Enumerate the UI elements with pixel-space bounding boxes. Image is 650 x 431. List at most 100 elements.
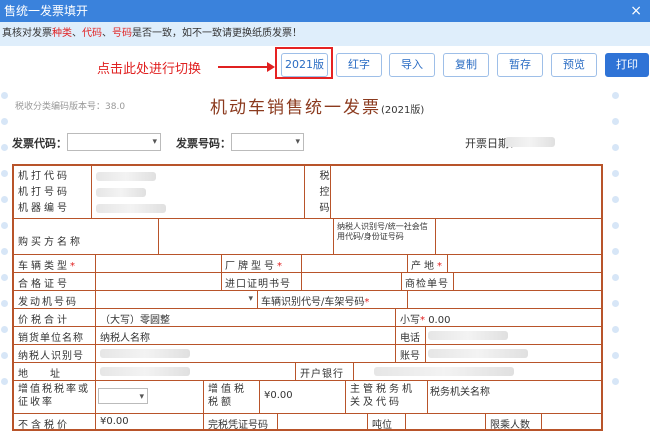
vat-rate-label: 增值税税率或征收率: [18, 384, 90, 408]
print-button[interactable]: 打印: [605, 53, 649, 77]
import-cert-cell[interactable]: [302, 273, 402, 291]
excl-tax-label-cell: 不含税价: [14, 414, 96, 431]
save-draft-button[interactable]: 暂存: [497, 53, 543, 77]
highlight-box: [275, 47, 333, 79]
machine-id-label: 机器编号: [18, 203, 70, 214]
excl-tax-value: ¥0.00: [100, 416, 129, 427]
account-cell: [426, 345, 603, 363]
seller-name-value: 纳税人名称: [100, 333, 150, 344]
notice-prefix: 真核对发票: [2, 28, 52, 39]
invoice-title-version: (2021版): [381, 105, 425, 116]
vat-amount-label-cell: 增值税税额: [204, 381, 260, 414]
origin-cell[interactable]: [448, 255, 603, 273]
brand-model-label-cell: 厂牌型号*: [222, 255, 302, 273]
classification-version: 税收分类编码版本号：38.0: [15, 102, 126, 112]
tonnage-label: 吨位: [372, 420, 392, 431]
origin-label-cell: 产地*: [408, 255, 448, 273]
notice-code: 代码: [82, 28, 102, 39]
total-upper-value: （大写）零圆整: [100, 315, 170, 326]
account-label-cell: 账号: [396, 345, 426, 363]
seller-name-label-cell: 销货单位名称: [14, 327, 96, 345]
brand-model-label: 厂牌型号: [225, 261, 277, 272]
small-label: 小写: [400, 315, 420, 326]
taxid-cell: [96, 345, 396, 363]
tax-office-cell: 税务机关名称: [428, 381, 603, 414]
buyer-name-label-cell: 购买方名称: [14, 219, 159, 255]
buyer-name-label: 购买方名称: [18, 237, 83, 248]
annotation-arrow: [218, 62, 275, 72]
notice-number: 号码: [112, 28, 132, 39]
bank-label: 开户银行: [300, 369, 344, 380]
passenger-label: 限乘人数: [490, 420, 530, 431]
excl-tax-label: 不含税价: [18, 420, 70, 431]
vehicle-type-cell[interactable]: [96, 255, 222, 273]
buyer-taxid-cell[interactable]: [436, 219, 603, 255]
vat-amount-label: 增值税税额: [208, 384, 247, 408]
cert-label-cell: 合格证号: [14, 273, 96, 291]
tax-control-area: [331, 166, 603, 219]
notice-bar: 真核对发票种类、代码、号码是否一致，如不一致请更换纸质发票！: [0, 22, 650, 46]
red-invoice-button[interactable]: 红字: [336, 53, 382, 77]
machine-values: [92, 166, 305, 219]
window-title: 售统一发票填开: [4, 4, 89, 18]
phone-label: 电话: [400, 333, 420, 344]
origin-label: 产地: [411, 261, 437, 272]
inspection-cell[interactable]: [454, 273, 603, 291]
buyer-name-cell[interactable]: *: [159, 219, 334, 255]
preview-button[interactable]: 预览: [551, 53, 597, 77]
bank-label-cell: 开户银行: [296, 363, 354, 381]
address-label: 地址: [18, 369, 82, 380]
chevron-down-icon: ▾: [295, 137, 300, 147]
vat-rate-cell[interactable]: ▾: [96, 381, 204, 414]
taxid-label: 纳税人识别号: [18, 351, 84, 362]
taxid-label-cell: 纳税人识别号: [14, 345, 96, 363]
vin-cell[interactable]: [408, 291, 603, 309]
vat-amount-cell: ¥0.00: [260, 381, 346, 414]
vin-label: 车辆识别代号/车架号码: [261, 297, 365, 308]
engine-label-cell: 发动机号码: [14, 291, 96, 309]
notice-sep1: 、: [72, 28, 82, 39]
passenger-label-cell: 限乘人数: [486, 414, 542, 431]
vat-amount-value: ¥0.00: [264, 390, 293, 401]
import-cert-label: 进口证明书号: [225, 279, 291, 290]
phone-cell: [426, 327, 603, 345]
brand-model-cell[interactable]: [302, 255, 408, 273]
import-cert-label-cell: 进口证明书号: [222, 273, 302, 291]
perforation-left: [1, 92, 9, 404]
passenger-cell[interactable]: [542, 414, 603, 431]
tonnage-label-cell: 吨位: [368, 414, 406, 431]
address-cell: [96, 363, 296, 381]
chevron-down-icon: ▾: [139, 392, 144, 402]
close-icon[interactable]: ×: [630, 0, 642, 22]
small-value: 0.00: [428, 315, 451, 326]
chevron-down-icon: ▾: [152, 137, 157, 147]
tax-cert-label: 完税凭证号码: [208, 420, 268, 431]
invoice-title: 机动车销售统一发票(2021版): [210, 93, 424, 118]
inspection-label-cell: 商检单号: [402, 273, 454, 291]
tonnage-cell[interactable]: [406, 414, 486, 431]
window-titlebar: 售统一发票填开 ×: [0, 0, 650, 22]
tax-control-label: 税控码: [305, 166, 331, 219]
address-label-cell: 地址: [14, 363, 96, 381]
inspection-label: 商检单号: [405, 279, 449, 290]
seller-name-label: 销货单位名称: [18, 333, 84, 344]
tax-office-value: 税务机关名称: [430, 387, 490, 398]
invoice-number-select[interactable]: ▾: [231, 133, 304, 151]
tax-office-label: 主管税务机关及代码: [350, 384, 415, 408]
total-label: 价税合计: [18, 315, 70, 326]
vehicle-type-label: 车辆类型: [18, 261, 70, 272]
seller-name-cell: 纳税人名称: [96, 327, 396, 345]
import-button[interactable]: 导入: [389, 53, 435, 77]
excl-tax-cell: ¥0.00: [96, 414, 204, 431]
invoice-number-label: 发票号码：: [176, 137, 231, 150]
total-label-cell: 价税合计: [14, 309, 96, 327]
certificate-cell[interactable]: [96, 273, 222, 291]
copy-button[interactable]: 复制: [443, 53, 489, 77]
machine-code-label: 机打代码: [18, 171, 70, 182]
tax-cert-cell[interactable]: [278, 414, 368, 431]
invoice-code-label: 发票代码：: [12, 137, 67, 150]
engine-cell[interactable]: ▾: [96, 291, 258, 309]
invoice-code-select[interactable]: ▾: [67, 133, 161, 151]
tax-office-label-cell: 主管税务机关及代码: [346, 381, 428, 414]
machine-labels: 机打代码 机打号码 机器编号: [14, 166, 92, 219]
